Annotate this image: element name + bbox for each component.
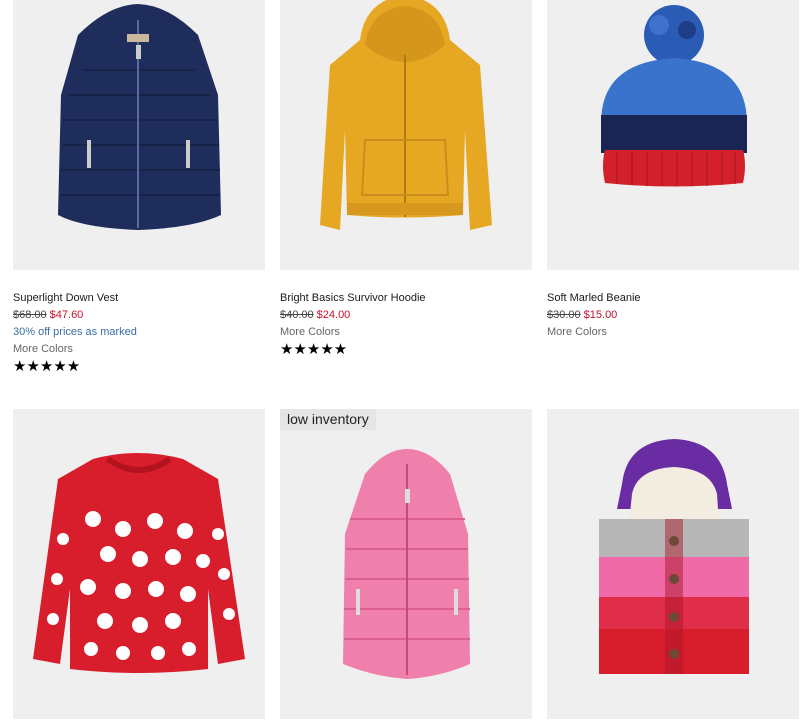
- more-colors-link[interactable]: More Colors: [280, 324, 532, 341]
- product-price: $68.00 $47.60: [13, 307, 265, 324]
- product-price: $40.00 $24.00: [280, 307, 532, 324]
- original-price: $68.00: [13, 309, 47, 321]
- original-price: $30.00: [547, 309, 581, 321]
- product-image-beanie[interactable]: [547, 0, 799, 270]
- sale-price: $47.60: [49, 309, 84, 321]
- more-colors-link[interactable]: More Colors: [547, 324, 799, 341]
- product-name[interactable]: Superlight Down Vest: [13, 290, 265, 307]
- product-image-vest[interactable]: [13, 0, 265, 270]
- product-image-pink-vest[interactable]: low inventory: [280, 409, 532, 719]
- product-name[interactable]: Bright Basics Survivor Hoodie: [280, 290, 532, 307]
- original-price: $40.00: [280, 309, 314, 321]
- product-image-hoodie[interactable]: [280, 0, 532, 270]
- rating-stars: ★★★★★: [13, 358, 81, 375]
- sale-price: $24.00: [316, 309, 351, 321]
- promo-text: 30% off prices as marked: [13, 326, 137, 338]
- product-price: $30.00 $15.00: [547, 307, 799, 324]
- product-name[interactable]: Soft Marled Beanie: [547, 290, 799, 307]
- rating-stars: ★★★★★: [280, 341, 348, 358]
- product-image-sweater[interactable]: [13, 409, 265, 719]
- sale-price: $15.00: [583, 309, 618, 321]
- product-image-cardigan[interactable]: [547, 409, 799, 719]
- more-colors-link[interactable]: More Colors: [13, 341, 265, 358]
- low-inventory-badge: low inventory: [280, 409, 376, 430]
